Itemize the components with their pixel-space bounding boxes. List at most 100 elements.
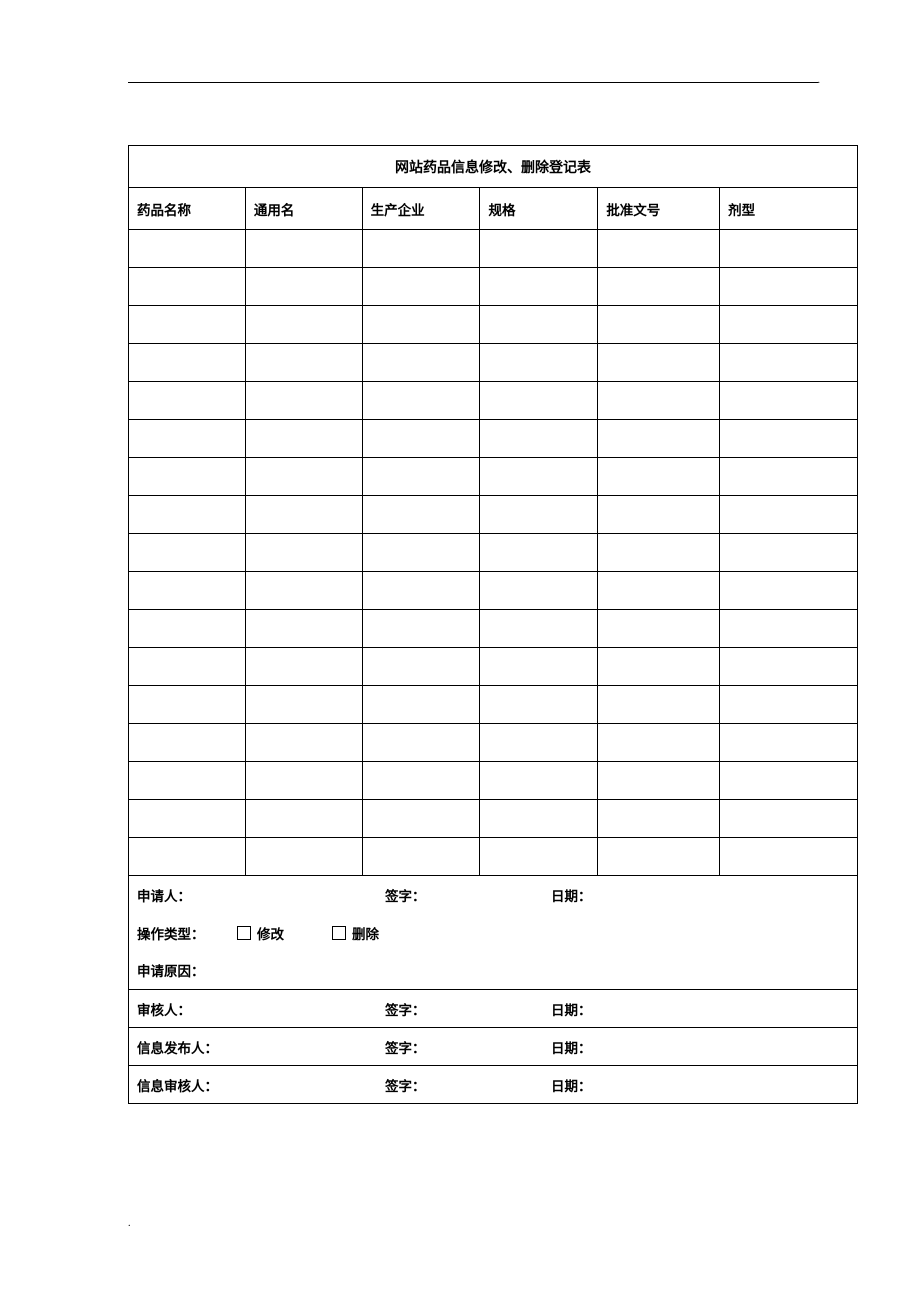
cell[interactable]: [480, 572, 598, 610]
cell[interactable]: [720, 458, 858, 496]
cell[interactable]: [245, 268, 362, 306]
cell[interactable]: [129, 230, 246, 268]
cell[interactable]: [720, 686, 858, 724]
cell[interactable]: [598, 686, 720, 724]
cell[interactable]: [362, 572, 480, 610]
cell[interactable]: [245, 344, 362, 382]
cell[interactable]: [129, 610, 246, 648]
cell[interactable]: [720, 800, 858, 838]
cell[interactable]: [480, 762, 598, 800]
cell[interactable]: [480, 344, 598, 382]
cell[interactable]: [362, 648, 480, 686]
cell[interactable]: [720, 762, 858, 800]
cell[interactable]: [720, 572, 858, 610]
cell[interactable]: [598, 496, 720, 534]
cell[interactable]: [245, 534, 362, 572]
cell[interactable]: [480, 382, 598, 420]
cell[interactable]: [129, 534, 246, 572]
cell[interactable]: [129, 762, 246, 800]
cell[interactable]: [245, 724, 362, 762]
cell[interactable]: [129, 838, 246, 876]
cell[interactable]: [598, 610, 720, 648]
cell[interactable]: [362, 762, 480, 800]
cell[interactable]: [720, 420, 858, 458]
checkbox-modify[interactable]: 修改: [237, 923, 284, 943]
cell[interactable]: [720, 382, 858, 420]
cell[interactable]: [598, 572, 720, 610]
cell[interactable]: [598, 724, 720, 762]
cell[interactable]: [129, 344, 246, 382]
cell[interactable]: [480, 268, 598, 306]
cell[interactable]: [720, 648, 858, 686]
cell[interactable]: [245, 420, 362, 458]
cell[interactable]: [362, 458, 480, 496]
cell[interactable]: [720, 496, 858, 534]
cell[interactable]: [245, 838, 362, 876]
cell[interactable]: [245, 458, 362, 496]
cell[interactable]: [720, 230, 858, 268]
cell[interactable]: [598, 268, 720, 306]
cell[interactable]: [245, 382, 362, 420]
cell[interactable]: [362, 686, 480, 724]
cell[interactable]: [598, 420, 720, 458]
cell[interactable]: [720, 724, 858, 762]
cell[interactable]: [129, 800, 246, 838]
checkbox-delete[interactable]: 删除: [332, 923, 379, 943]
cell[interactable]: [245, 800, 362, 838]
cell[interactable]: [480, 610, 598, 648]
cell[interactable]: [245, 496, 362, 534]
cell[interactable]: [245, 572, 362, 610]
cell[interactable]: [245, 686, 362, 724]
cell[interactable]: [480, 838, 598, 876]
cell[interactable]: [362, 838, 480, 876]
cell[interactable]: [129, 458, 246, 496]
cell[interactable]: [480, 306, 598, 344]
cell[interactable]: [598, 762, 720, 800]
cell[interactable]: [129, 724, 246, 762]
cell[interactable]: [598, 458, 720, 496]
cell[interactable]: [598, 230, 720, 268]
cell[interactable]: [720, 838, 858, 876]
cell[interactable]: [480, 230, 598, 268]
cell[interactable]: [480, 648, 598, 686]
cell[interactable]: [129, 572, 246, 610]
cell[interactable]: [129, 420, 246, 458]
cell[interactable]: [129, 648, 246, 686]
cell[interactable]: [245, 648, 362, 686]
cell[interactable]: [129, 382, 246, 420]
cell[interactable]: [598, 382, 720, 420]
cell[interactable]: [129, 686, 246, 724]
cell[interactable]: [245, 306, 362, 344]
cell[interactable]: [362, 534, 480, 572]
cell[interactable]: [362, 230, 480, 268]
cell[interactable]: [245, 610, 362, 648]
cell[interactable]: [480, 420, 598, 458]
cell[interactable]: [362, 344, 480, 382]
cell[interactable]: [598, 344, 720, 382]
cell[interactable]: [598, 800, 720, 838]
cell[interactable]: [480, 686, 598, 724]
cell[interactable]: [598, 306, 720, 344]
cell[interactable]: [598, 534, 720, 572]
cell[interactable]: [362, 306, 480, 344]
cell[interactable]: [362, 496, 480, 534]
cell[interactable]: [129, 268, 246, 306]
cell[interactable]: [245, 230, 362, 268]
cell[interactable]: [720, 610, 858, 648]
cell[interactable]: [720, 344, 858, 382]
cell[interactable]: [720, 306, 858, 344]
cell[interactable]: [720, 268, 858, 306]
cell[interactable]: [245, 762, 362, 800]
cell[interactable]: [480, 496, 598, 534]
cell[interactable]: [362, 382, 480, 420]
cell[interactable]: [362, 420, 480, 458]
cell[interactable]: [480, 724, 598, 762]
cell[interactable]: [598, 838, 720, 876]
cell[interactable]: [129, 496, 246, 534]
cell[interactable]: [362, 610, 480, 648]
cell[interactable]: [480, 800, 598, 838]
cell[interactable]: [598, 648, 720, 686]
cell[interactable]: [720, 534, 858, 572]
cell[interactable]: [362, 724, 480, 762]
cell[interactable]: [362, 268, 480, 306]
